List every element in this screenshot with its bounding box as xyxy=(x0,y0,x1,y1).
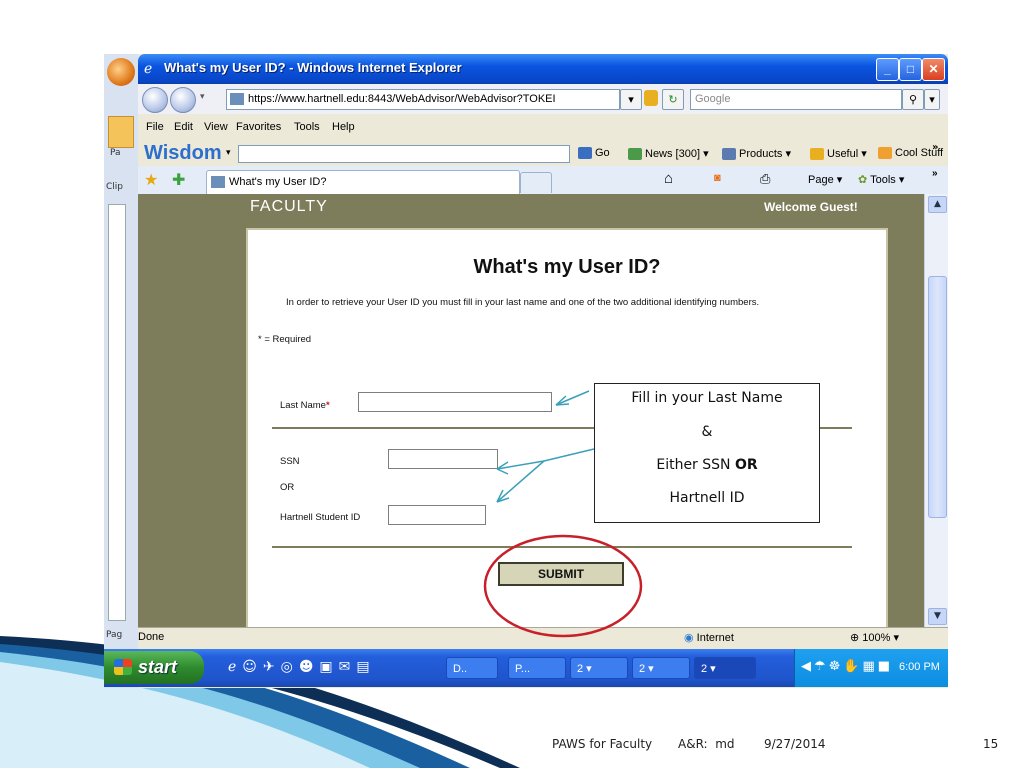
slide-number: 15 xyxy=(983,737,999,751)
footer-date: 9/27/2014 xyxy=(764,737,826,751)
highlight-circle xyxy=(483,534,643,638)
callout-line-4: Hartnell ID xyxy=(669,490,745,506)
footer-title: PAWS for Faculty xyxy=(552,737,653,751)
callout-line-1: Fill in your Last Name xyxy=(631,390,783,406)
annotation-overlay xyxy=(483,390,643,638)
callout-arrow xyxy=(555,390,590,406)
footer-author: A&R: md xyxy=(678,737,735,751)
callout-arrow xyxy=(543,448,595,462)
callout-box: Fill in your Last Name & Either SSN OR H… xyxy=(594,383,820,523)
callout-line-2: & xyxy=(701,424,713,440)
callout-line-3: Either SSN OR xyxy=(656,457,758,473)
